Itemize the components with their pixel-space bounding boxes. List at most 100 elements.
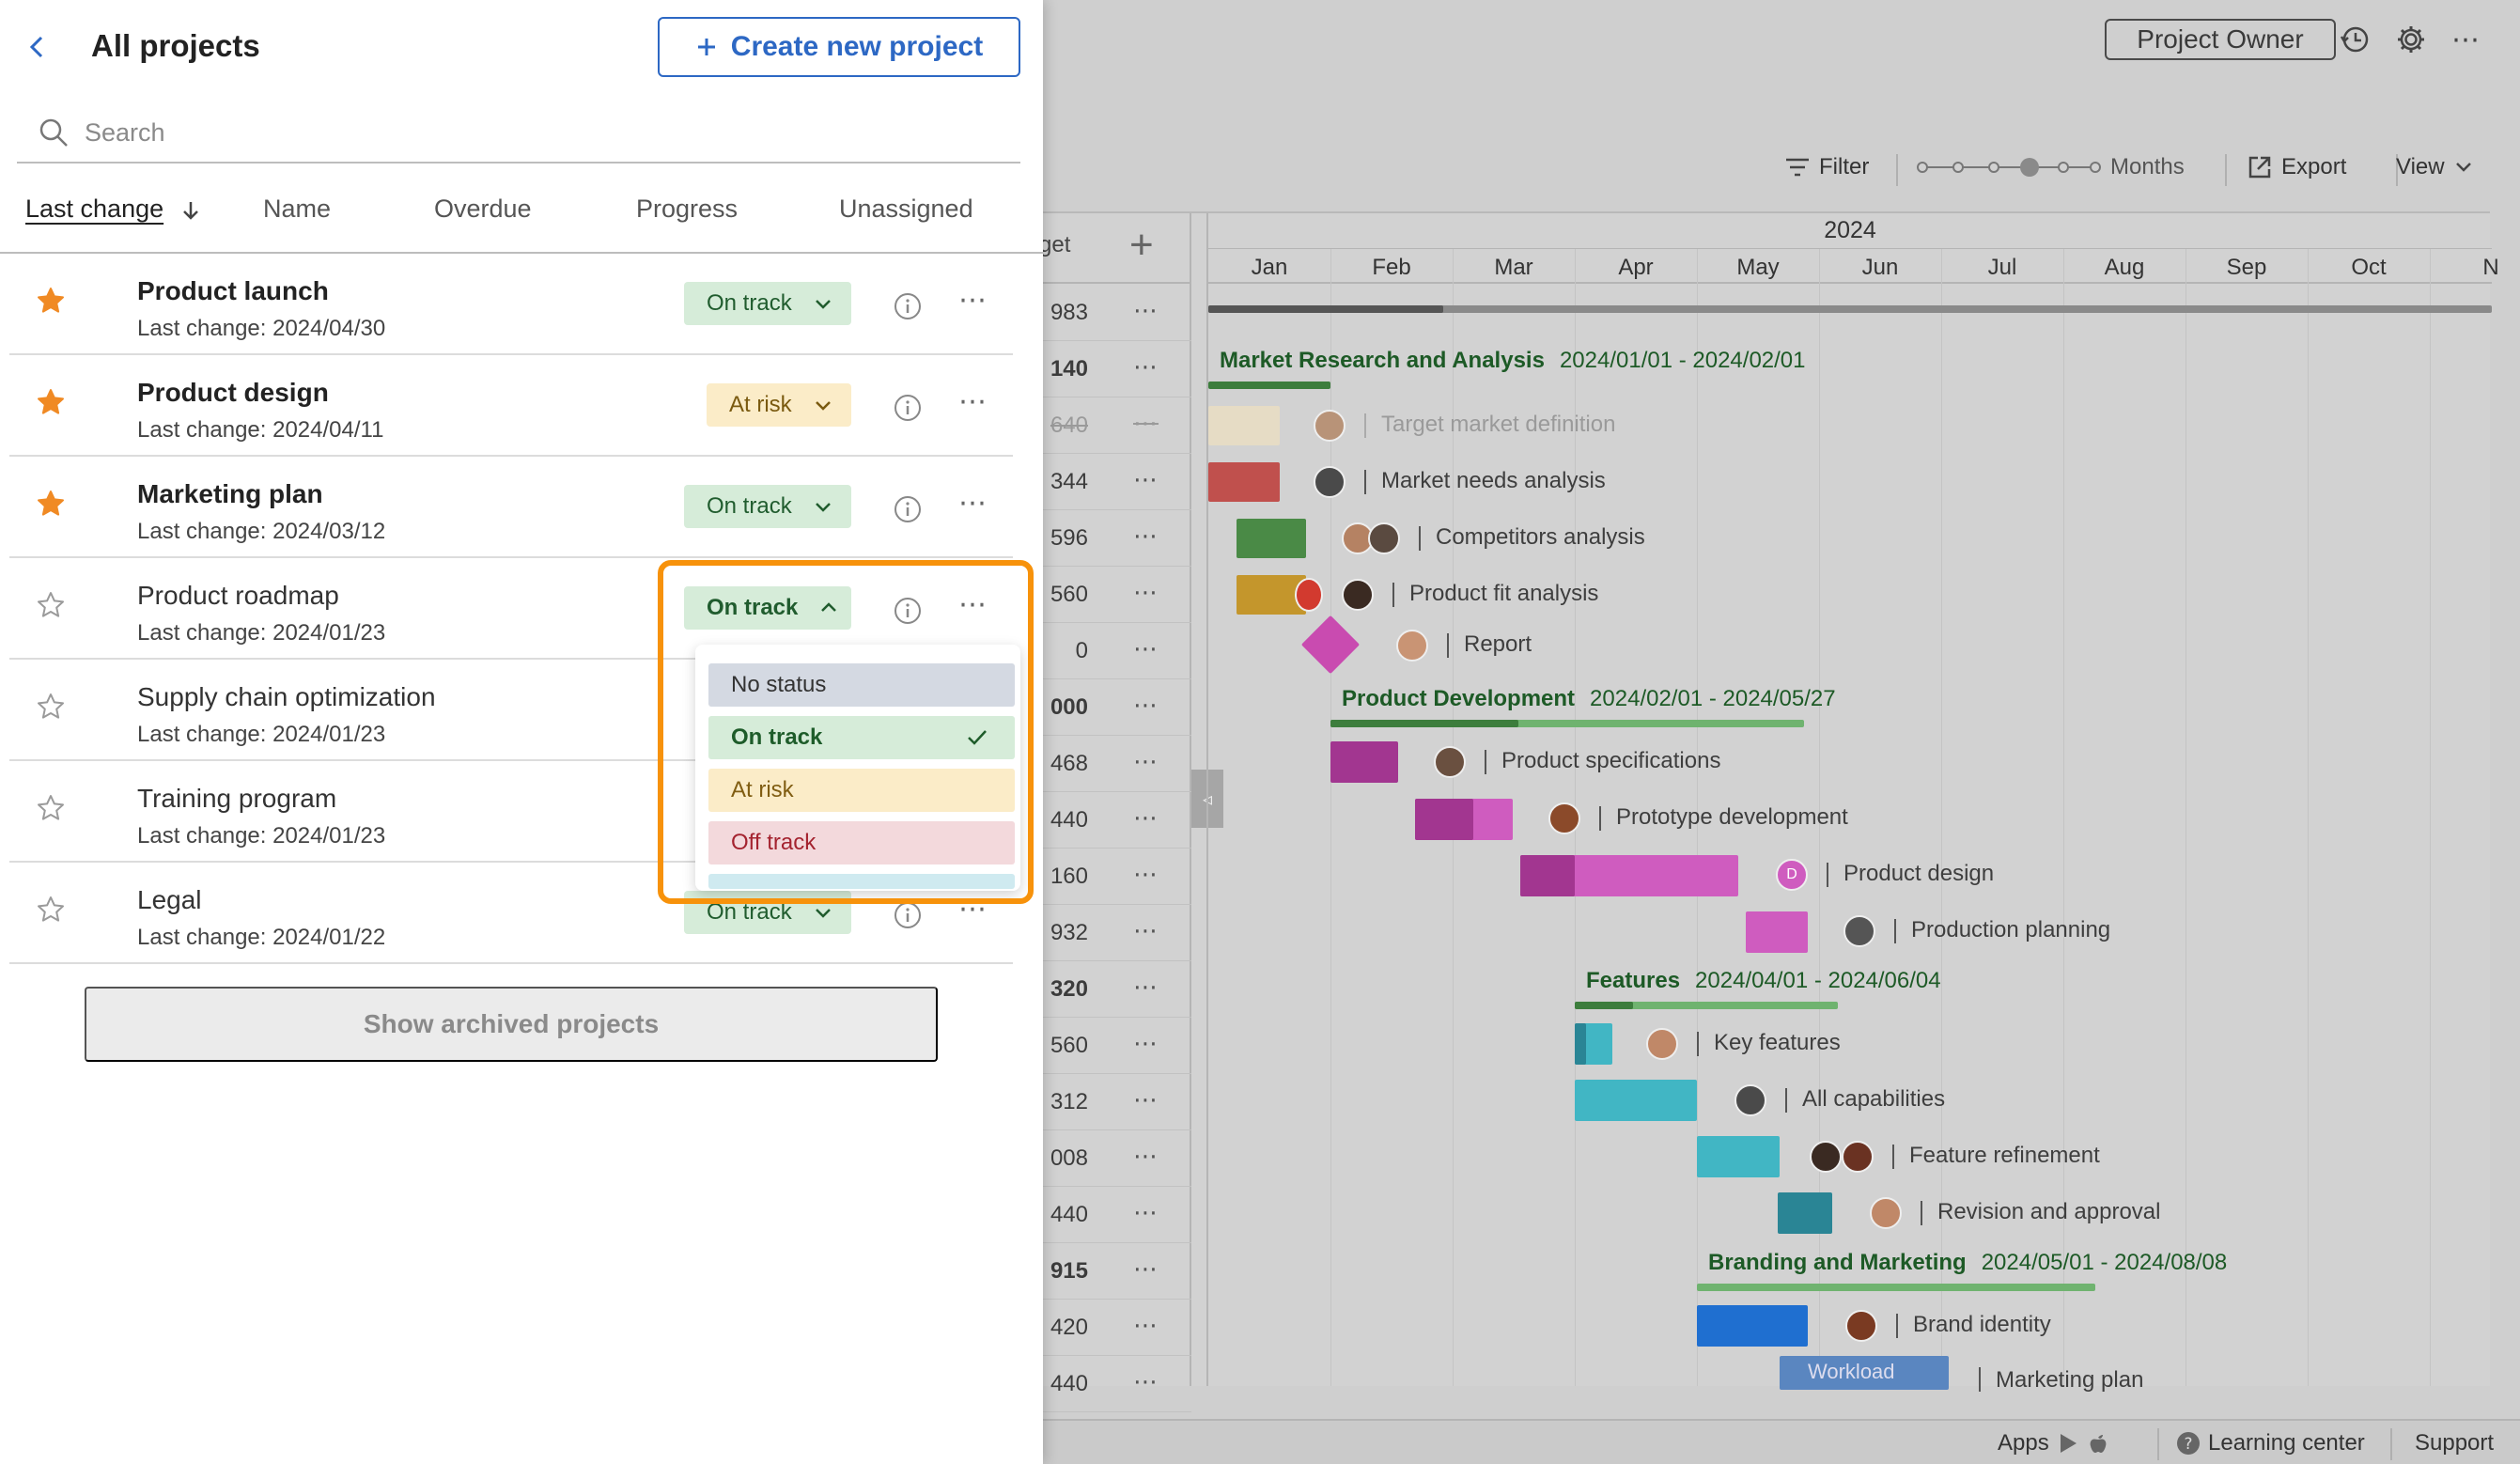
learning-center-link[interactable]: ? Learning center <box>2176 1430 2365 1456</box>
status-option-off-track[interactable]: Off track <box>708 821 1015 864</box>
row-more-icon[interactable]: ⋯ <box>1133 803 1159 833</box>
status-select[interactable]: On track <box>684 485 851 528</box>
row-more-icon[interactable]: ⋯ <box>1133 916 1159 945</box>
support-link[interactable]: Support <box>2415 1430 2494 1456</box>
info-icon[interactable] <box>893 900 923 930</box>
row-more-icon[interactable]: ⋯ <box>1133 522 1159 551</box>
row-more-icon[interactable]: ⋯ <box>1133 1029 1159 1058</box>
group-bar[interactable] <box>1208 382 1330 389</box>
task-label[interactable]: Key features <box>1714 1030 1841 1056</box>
row-more-icon[interactable]: ⋯ <box>1133 296 1159 325</box>
more-options-icon[interactable]: ⋯ <box>958 284 988 317</box>
sort-progress[interactable]: Progress <box>636 195 738 224</box>
search-input[interactable] <box>85 113 930 152</box>
task-bar[interactable] <box>1208 462 1280 502</box>
row-more-icon[interactable]: ⋯ <box>1133 1311 1159 1340</box>
task-label[interactable]: Competitors analysis <box>1436 524 1645 551</box>
row-more-icon[interactable]: ⋯ <box>1133 465 1159 494</box>
info-icon[interactable] <box>893 291 923 321</box>
show-archived-projects-button[interactable]: Show archived projects <box>85 987 938 1062</box>
task-label[interactable]: Product fit analysis <box>1409 581 1598 607</box>
task-label[interactable]: Target market definition <box>1381 412 1615 438</box>
row-more-icon[interactable]: ⋯ <box>1133 1367 1159 1396</box>
status-option-no-status[interactable]: No status <box>708 663 1015 707</box>
zoom-slider[interactable]: Months <box>1917 154 2185 180</box>
row-more-icon[interactable]: ⋯ <box>1133 1254 1159 1284</box>
group-bar[interactable] <box>1697 1284 2095 1291</box>
info-icon[interactable] <box>893 393 923 423</box>
row-more-icon[interactable]: ⋯ <box>1133 860 1159 889</box>
task-bar[interactable] <box>1575 1080 1697 1121</box>
back-button[interactable] <box>23 28 51 66</box>
task-label[interactable]: Report <box>1464 631 1532 658</box>
row-more-icon[interactable]: ⋯ <box>1133 691 1159 720</box>
row-more-icon[interactable]: ⋯ <box>1133 973 1159 1002</box>
project-name[interactable]: Product roadmap <box>137 581 339 611</box>
status-select[interactable]: On track <box>684 282 851 325</box>
project-name[interactable]: Product launch <box>137 276 329 306</box>
task-label[interactable]: Prototype development <box>1616 804 1848 831</box>
favorite-star-icon[interactable] <box>36 793 66 823</box>
more-options-icon[interactable]: ⋯ <box>958 893 988 926</box>
favorite-star-icon[interactable] <box>36 489 66 519</box>
sort-name[interactable]: Name <box>263 195 331 224</box>
project-row[interactable]: Product design Last change: 2024/04/11 A… <box>9 355 1013 457</box>
favorite-star-icon[interactable] <box>36 590 66 620</box>
row-more-icon[interactable]: ⋯ <box>1133 1198 1159 1227</box>
task-label[interactable]: Production planning <box>1911 917 2110 943</box>
task-label[interactable]: Market needs analysis <box>1381 468 1606 494</box>
export-button[interactable]: Export <box>2248 154 2346 180</box>
project-row[interactable]: Product launch Last change: 2024/04/30 O… <box>9 254 1013 355</box>
info-icon[interactable] <box>893 596 923 626</box>
group-label-branding-marketing[interactable]: Branding and Marketing 2024/05/01 - 2024/… <box>1708 1250 2227 1276</box>
project-name[interactable]: Supply chain optimization <box>137 682 436 712</box>
project-owner-button[interactable]: Project Owner <box>2105 19 2336 60</box>
sort-unassigned[interactable]: Unassigned <box>839 195 973 224</box>
row-more-icon[interactable]: ⋯ <box>1133 409 1159 438</box>
project-name[interactable]: Product design <box>137 378 329 408</box>
status-select[interactable]: On track <box>684 891 851 934</box>
apps-link[interactable]: Apps <box>1998 1430 2109 1456</box>
row-more-icon[interactable]: ⋯ <box>1133 1142 1159 1171</box>
status-option-on-track[interactable]: On track <box>708 716 1015 759</box>
status-option-partial[interactable] <box>708 874 1015 889</box>
more-options-icon[interactable]: ⋯ <box>958 385 988 418</box>
row-more-icon[interactable]: ⋯ <box>1133 747 1159 776</box>
more-options-icon[interactable]: ⋯ <box>958 588 988 621</box>
task-bar[interactable] <box>1697 1305 1808 1347</box>
group-label-features[interactable]: Features 2024/04/01 - 2024/06/04 <box>1586 968 1941 994</box>
milestone-diamond[interactable] <box>1300 615 1361 675</box>
favorite-star-icon[interactable] <box>36 286 66 316</box>
history-icon[interactable] <box>2336 21 2373 58</box>
row-more-icon[interactable]: ⋯ <box>1133 578 1159 607</box>
task-label[interactable]: Feature refinement <box>1909 1143 2100 1169</box>
row-more-icon[interactable]: ⋯ <box>1133 352 1159 382</box>
more-options-icon[interactable]: ⋯ <box>958 487 988 520</box>
status-select[interactable]: At risk <box>707 383 851 427</box>
project-name[interactable]: Legal <box>137 885 202 915</box>
project-row[interactable]: Marketing plan Last change: 2024/03/12 O… <box>9 457 1013 558</box>
more-options-icon[interactable]: ⋯ <box>2447 21 2484 58</box>
info-icon[interactable] <box>893 494 923 524</box>
task-bar[interactable] <box>1208 406 1280 445</box>
project-name[interactable]: Training program <box>137 784 336 814</box>
task-label[interactable]: All capabilities <box>1802 1086 1945 1113</box>
task-bar[interactable] <box>1778 1192 1832 1234</box>
create-new-project-button[interactable]: Create new project <box>658 17 1020 77</box>
group-label-market-research[interactable]: Market Research and Analysis 2024/01/01 -… <box>1220 348 1806 374</box>
sort-last-change[interactable]: Last change <box>25 195 201 224</box>
favorite-star-icon[interactable] <box>36 895 66 925</box>
group-label-product-development[interactable]: Product Development 2024/02/01 - 2024/05/… <box>1342 686 1836 712</box>
task-bar[interactable] <box>1746 911 1808 953</box>
task-label[interactable]: Brand identity <box>1913 1312 2051 1338</box>
project-name[interactable]: Marketing plan <box>137 479 323 509</box>
task-label[interactable]: Marketing plan <box>1996 1367 2143 1394</box>
status-select[interactable]: On track <box>684 586 851 630</box>
task-bar[interactable] <box>1330 741 1398 783</box>
favorite-star-icon[interactable] <box>36 387 66 417</box>
view-button[interactable]: View <box>2396 154 2473 180</box>
gear-icon[interactable] <box>2392 21 2430 58</box>
task-label[interactable]: Product specifications <box>1501 748 1720 774</box>
add-column-icon[interactable]: + <box>1129 225 1154 266</box>
favorite-star-icon[interactable] <box>36 692 66 722</box>
